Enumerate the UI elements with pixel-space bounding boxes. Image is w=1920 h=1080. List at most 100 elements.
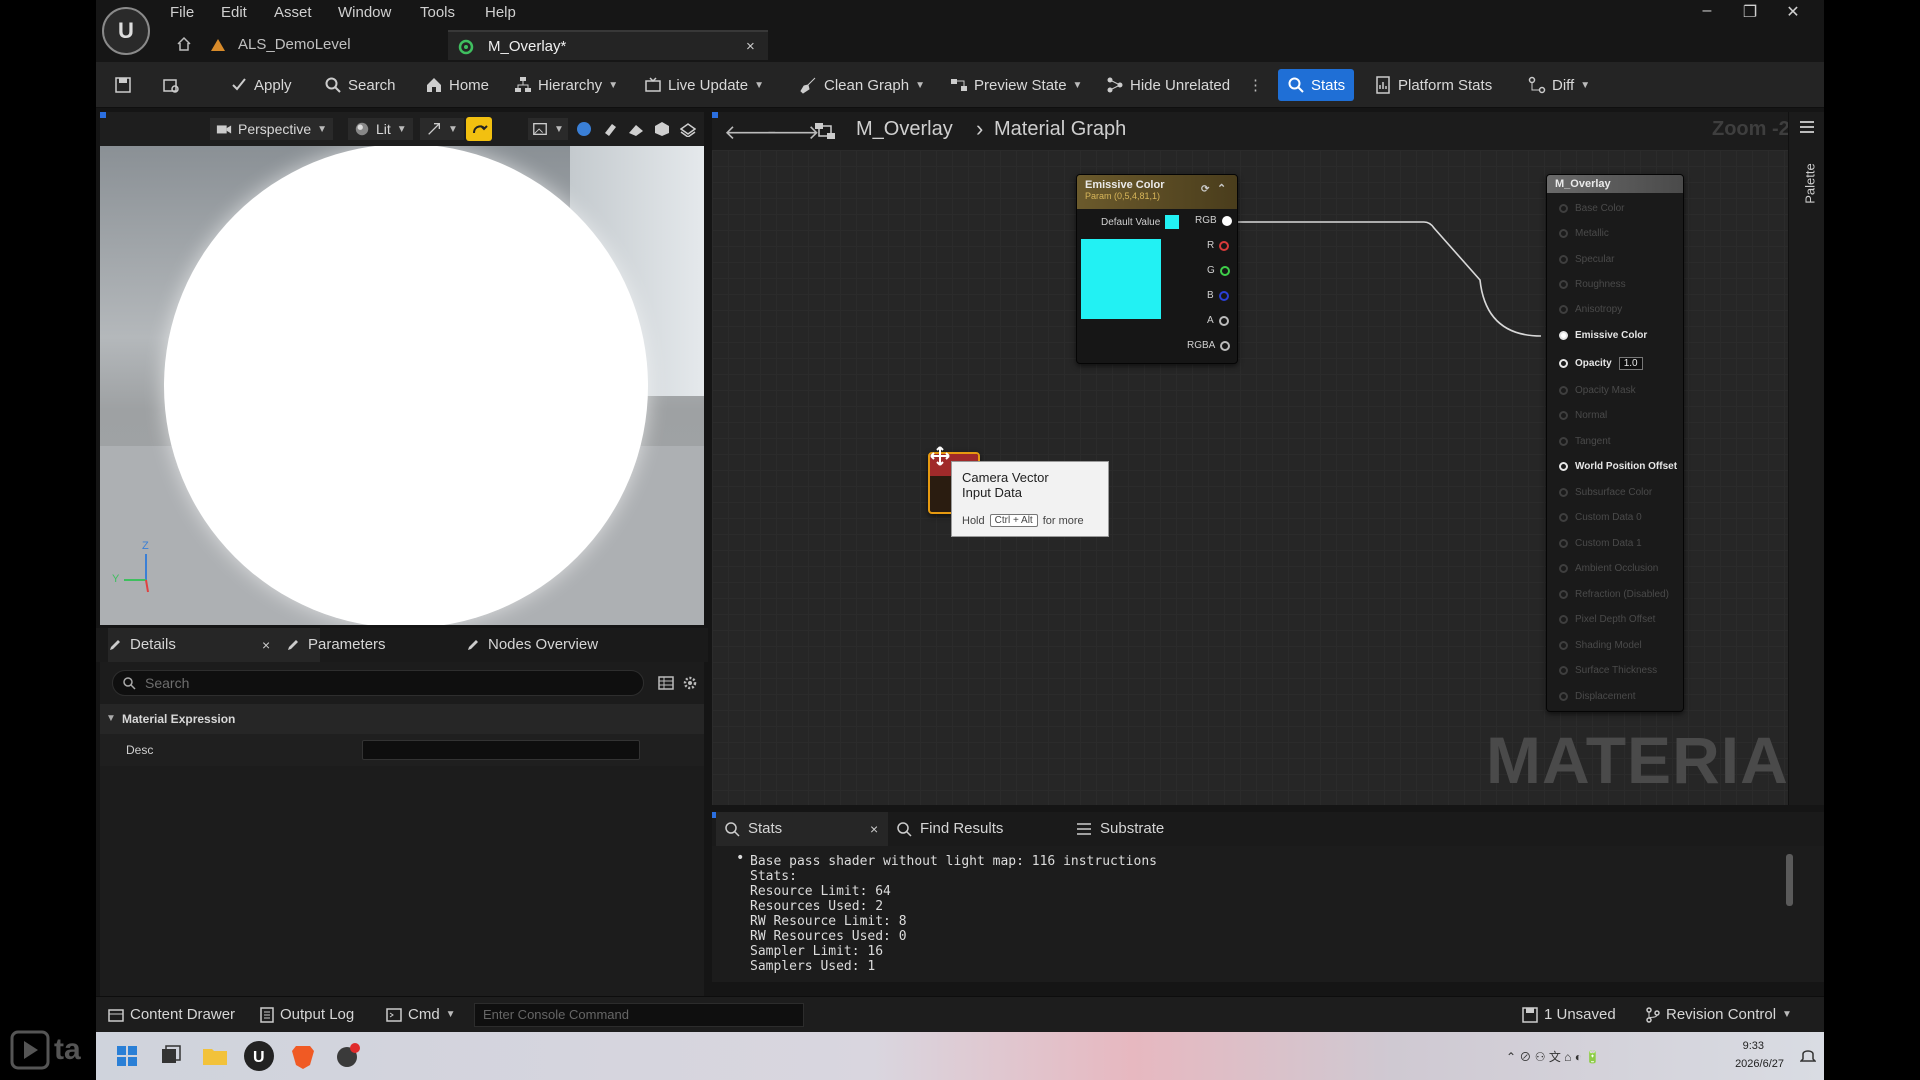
diff-dropdown[interactable]: Diff ▼	[1528, 72, 1590, 98]
m-overlay-result-node[interactable]: M_Overlay Base Color Metallic Specular R…	[1546, 174, 1684, 712]
menu-tools[interactable]: Tools	[420, 4, 455, 21]
output-pin-r[interactable]: R	[1207, 240, 1230, 251]
notification-icon[interactable]	[1800, 1046, 1816, 1064]
lit-dropdown[interactable]: Lit ▼	[348, 118, 413, 140]
material-expression-section[interactable]: ▼ Material Expression	[100, 704, 704, 734]
live-update-dropdown[interactable]: Live Update ▼	[644, 72, 764, 98]
sphere-preview-icon[interactable]	[576, 121, 592, 137]
platform-stats-button[interactable]: Platform Stats	[1374, 72, 1492, 98]
pin-shading-model[interactable]: Shading Model	[1559, 640, 1642, 651]
tab-als-demolevel[interactable]: ALS_DemoLevel	[206, 30, 431, 60]
tab-substrate[interactable]: Substrate	[1076, 812, 1164, 846]
output-pin-rgb[interactable]: RGB	[1195, 215, 1232, 226]
unreal-logo-icon[interactable]: U	[102, 7, 150, 55]
pin-metallic[interactable]: Metallic	[1559, 228, 1609, 239]
plane-preview-icon[interactable]	[628, 121, 644, 137]
unreal-taskbar-icon[interactable]: U	[244, 1041, 274, 1071]
output-pin-b[interactable]: B	[1207, 290, 1229, 301]
pin-opacity[interactable]: Opacity 1.0	[1559, 357, 1643, 370]
system-tray-icons[interactable]: ⌃ ⊘ ⚇ 文 ⌂ ◐ 🔋	[1506, 1048, 1600, 1065]
tab-m-overlay[interactable]: M_Overlay* ×	[448, 30, 768, 60]
perspective-dropdown[interactable]: Perspective ▼	[210, 118, 334, 140]
pin-anisotropy[interactable]: Anisotropy	[1559, 304, 1622, 315]
collapse-icon[interactable]: ⌃	[1217, 182, 1226, 195]
clock-date[interactable]: 2026/6/27	[1735, 1058, 1784, 1070]
preview-state-dropdown[interactable]: Preview State ▼	[950, 72, 1082, 98]
pin-emissive-color[interactable]: Emissive Color	[1559, 330, 1647, 341]
cmd-dropdown[interactable]: Cmd ▼	[386, 997, 456, 1032]
file-explorer-icon[interactable]	[200, 1041, 230, 1071]
console-command-input[interactable]: Enter Console Command	[474, 1003, 804, 1027]
hide-unrelated-button[interactable]: Hide Unrelated	[1106, 72, 1230, 98]
pin-ambient-occlusion[interactable]: Ambient Occlusion	[1559, 563, 1658, 574]
pin-custom-data-1[interactable]: Custom Data 1	[1559, 538, 1642, 549]
output-pin-a[interactable]: A	[1207, 315, 1229, 326]
content-drawer-button[interactable]: Content Drawer	[108, 997, 235, 1032]
output-log-button[interactable]: Output Log	[260, 997, 354, 1032]
breadcrumb-root[interactable]: M_Overlay	[856, 118, 953, 141]
emissive-color-param-node[interactable]: Emissive Color Param (0,5,4,81,1) ⟳ ⌃ De…	[1076, 174, 1238, 364]
preview-viewport[interactable]: Z Y	[100, 146, 704, 625]
node-header[interactable]: Emissive Color Param (0,5,4,81,1) ⟳ ⌃	[1077, 175, 1237, 209]
tab-parameters[interactable]: Parameters	[286, 628, 386, 662]
cube-preview-icon[interactable]	[654, 121, 670, 137]
clean-graph-dropdown[interactable]: Clean Graph ▼	[800, 72, 925, 98]
close-window-button[interactable]: ✕	[1778, 2, 1808, 24]
menu-window[interactable]: Window	[338, 4, 391, 21]
palette-label[interactable]: Palette	[1803, 159, 1818, 209]
apply-button[interactable]: Apply	[230, 72, 292, 98]
pin-specular[interactable]: Specular	[1559, 254, 1614, 265]
pin-opacity-mask[interactable]: Opacity Mask	[1559, 385, 1636, 396]
menu-icon[interactable]	[1799, 120, 1815, 134]
node-header[interactable]: M_Overlay	[1547, 175, 1683, 193]
details-search-input[interactable]: Search	[112, 670, 644, 696]
home-tab-icon[interactable]	[176, 36, 192, 52]
save-icon[interactable]	[114, 72, 132, 98]
tab-find-results[interactable]: Find Results	[896, 812, 1003, 846]
clock-time[interactable]: 9:33	[1743, 1040, 1764, 1052]
gear-icon[interactable]	[682, 675, 698, 691]
pin-normal[interactable]: Normal	[1559, 410, 1607, 421]
breadcrumb-leaf[interactable]: Material Graph	[994, 118, 1126, 141]
menu-edit[interactable]: Edit	[221, 4, 247, 21]
stats-scrollbar[interactable]	[1786, 854, 1793, 906]
tab-stats[interactable]: Stats ×	[716, 812, 888, 846]
desc-input[interactable]	[362, 740, 640, 760]
close-tab-button[interactable]: ×	[870, 812, 878, 846]
pin-refraction[interactable]: Refraction (Disabled)	[1559, 589, 1669, 600]
table-view-icon[interactable]	[658, 675, 674, 691]
pin-world-position-offset[interactable]: World Position Offset	[1559, 461, 1677, 472]
revision-control-dropdown[interactable]: Revision Control ▼	[1646, 997, 1792, 1032]
pin-pixel-depth-offset[interactable]: Pixel Depth Offset	[1559, 614, 1655, 625]
menu-help[interactable]: Help	[485, 4, 516, 21]
close-tab-button[interactable]: ×	[262, 628, 270, 662]
show-flags-dropdown[interactable]: ▼	[420, 118, 464, 140]
brave-browser-icon[interactable]	[288, 1041, 318, 1071]
windows-start-icon[interactable]	[112, 1041, 142, 1071]
tab-nodes-overview[interactable]: Nodes Overview	[466, 628, 598, 662]
pin-surface-thickness[interactable]: Surface Thickness	[1559, 665, 1657, 676]
pin-custom-data-0[interactable]: Custom Data 0	[1559, 512, 1642, 523]
forward-arrow-icon[interactable]: 🡒	[766, 120, 820, 145]
material-graph-canvas[interactable]: Emissive Color Param (0,5,4,81,1) ⟳ ⌃ De…	[712, 150, 1824, 805]
menu-asset[interactable]: Asset	[274, 4, 312, 21]
task-view-icon[interactable]	[156, 1041, 186, 1071]
output-pin-rgba[interactable]: RGBA	[1187, 340, 1231, 351]
palette-panel[interactable]: Palette	[1788, 112, 1824, 805]
default-value-swatch[interactable]	[1165, 215, 1180, 229]
pin-base-color[interactable]: Base Color	[1559, 203, 1624, 214]
more-options-icon[interactable]: ⋮	[1248, 72, 1263, 98]
hierarchy-dropdown[interactable]: Hierarchy ▼	[514, 72, 618, 98]
browse-icon[interactable]	[162, 72, 180, 98]
node-options-icon[interactable]: ⟳	[1201, 184, 1209, 195]
pin-roughness[interactable]: Roughness	[1559, 279, 1626, 290]
output-pin-g[interactable]: G	[1207, 265, 1230, 276]
minimize-button[interactable]: –	[1692, 2, 1722, 24]
opacity-value-input[interactable]: 1.0	[1618, 357, 1643, 370]
graph-hierarchy-icon[interactable]	[814, 121, 836, 141]
pin-displacement[interactable]: Displacement	[1559, 691, 1636, 702]
pin-subsurface-color[interactable]: Subsurface Color	[1559, 487, 1652, 498]
menu-file[interactable]: File	[170, 4, 194, 21]
custom-mesh-preview-icon[interactable]	[680, 121, 696, 137]
realtime-toggle-icon[interactable]	[466, 117, 492, 141]
